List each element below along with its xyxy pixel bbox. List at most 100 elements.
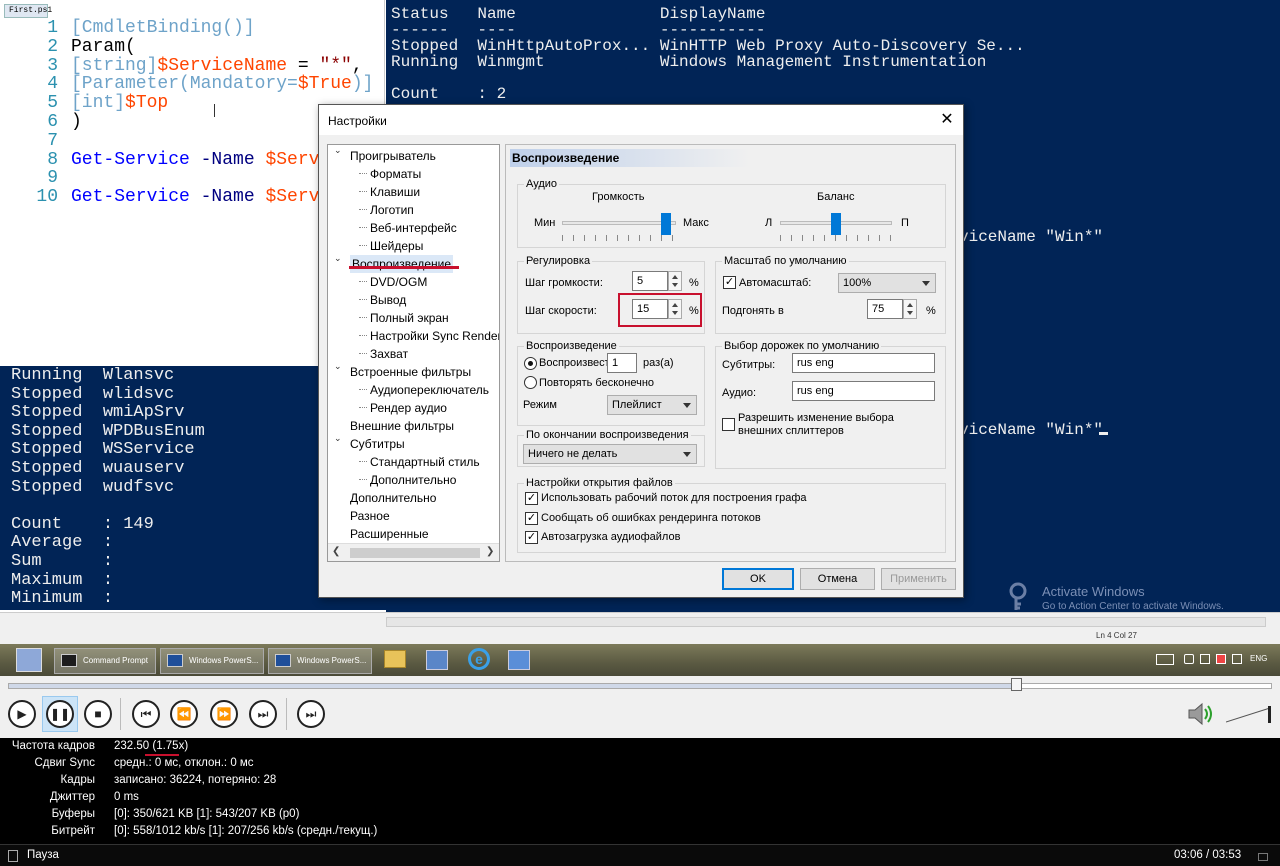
code-line[interactable]: [int]$Top: [71, 94, 168, 113]
code-line[interactable]: [Parameter(Mandatory=$True)]: [71, 75, 373, 94]
tree-item[interactable]: Захват: [370, 345, 408, 363]
chevron-down-icon[interactable]: ⌄: [334, 145, 344, 156]
tree-item[interactable]: Воспроизведение: [350, 255, 454, 273]
tray-icon[interactable]: [1184, 654, 1194, 664]
volume-tray-icon[interactable]: [1232, 654, 1242, 664]
play-button[interactable]: ▶: [8, 700, 36, 728]
volume-slider[interactable]: [562, 221, 676, 225]
language-indicator[interactable]: ENG: [1250, 654, 1267, 663]
tree-item[interactable]: Встроенные фильтры: [350, 363, 471, 381]
flag-icon[interactable]: [1216, 654, 1226, 664]
rewind-button[interactable]: ⏪: [170, 700, 198, 728]
tree-item[interactable]: Вывод: [370, 291, 406, 309]
tree-item[interactable]: Стандартный стиль: [370, 453, 480, 471]
code-line[interactable]: [string]$ServiceName = "*",: [71, 55, 363, 76]
mode-select[interactable]: Плейлист: [607, 395, 697, 415]
next-button[interactable]: ⏭: [249, 700, 277, 728]
control-panel-icon[interactable]: [508, 650, 530, 670]
volume-bar[interactable]: [1226, 706, 1272, 724]
stop-icon: ■: [94, 707, 102, 721]
autoload-audio-checkbox[interactable]: ✓: [525, 531, 538, 544]
tree-item[interactable]: Субтитры: [350, 435, 405, 453]
ok-button[interactable]: OK: [722, 568, 794, 590]
activate-title: Activate Windows: [1042, 584, 1145, 599]
scroll-thumb[interactable]: [350, 548, 480, 558]
network-icon[interactable]: [1200, 654, 1210, 664]
cancel-button[interactable]: Отмена: [800, 568, 875, 590]
tree-item[interactable]: Полный экран: [370, 309, 449, 327]
taskbar-command-prompt[interactable]: Command Prompt: [54, 648, 156, 674]
audio-track-input[interactable]: rus eng: [792, 381, 935, 401]
fit-input[interactable]: 75: [867, 299, 903, 319]
start-icon[interactable]: [16, 648, 42, 672]
fit-spinner[interactable]: [903, 299, 917, 319]
play-n-times-label: Воспроизвест: [539, 357, 610, 369]
chevron-right-icon[interactable]: ❯: [486, 546, 494, 557]
skip-forward-icon: ⏭: [257, 707, 269, 721]
chevron-down-icon[interactable]: ⌄: [334, 433, 344, 444]
seek-thumb[interactable]: [1011, 678, 1022, 691]
play-count-input[interactable]: 1: [607, 353, 637, 373]
chevron-down-icon[interactable]: ⌄: [334, 361, 344, 372]
code-line[interactable]: ): [71, 113, 82, 132]
apply-button[interactable]: Применить: [881, 568, 956, 590]
ie-icon[interactable]: e: [468, 648, 490, 670]
chevron-down-icon[interactable]: ⌄: [334, 253, 344, 264]
volume-thumb[interactable]: [660, 213, 671, 235]
splitter-label-1: Разрешить изменение выбора: [738, 412, 894, 424]
code-token: $Serv: [265, 187, 320, 208]
close-icon[interactable]: ✕: [935, 109, 959, 131]
autoscale-select[interactable]: 100%: [838, 273, 936, 293]
keyboard-icon[interactable]: [1156, 654, 1174, 665]
tree-item[interactable]: Проигрыватель: [350, 147, 436, 165]
tree-item[interactable]: Дополнительно: [350, 489, 436, 507]
previous-button[interactable]: ⏮: [132, 700, 160, 728]
code-token: ,: [351, 55, 363, 76]
stat-label: Битрейт: [51, 825, 95, 837]
servermanager-icon[interactable]: [426, 650, 448, 670]
tree-item[interactable]: Логотип: [370, 201, 414, 219]
pause-button[interactable]: ❚❚: [46, 700, 74, 728]
tree-item[interactable]: Аудиопереключатель: [370, 381, 489, 399]
play-n-times-radio[interactable]: [524, 357, 537, 370]
code-line[interactable]: [CmdletBinding()]: [71, 19, 255, 38]
speaker-icon[interactable]: [1186, 700, 1214, 728]
seek-bar[interactable]: [8, 683, 1272, 689]
tree-item[interactable]: Внешние фильтры: [350, 417, 454, 435]
taskbar-powershell-1[interactable]: Windows PowerS...: [160, 648, 264, 674]
code-token: $Serv: [265, 149, 320, 170]
worker-thread-checkbox[interactable]: ✓: [525, 492, 538, 505]
group-legend: Настройки открытия файлов: [526, 477, 673, 489]
stop-button[interactable]: ■: [84, 700, 112, 728]
autoscale-checkbox[interactable]: ✓: [723, 276, 736, 289]
tree-item[interactable]: Расширенные: [350, 525, 429, 543]
fast-forward-button[interactable]: ⏩: [210, 700, 238, 728]
tree-item[interactable]: DVD/OGM: [370, 273, 427, 291]
tree-item[interactable]: Разное: [350, 507, 390, 525]
tree-item[interactable]: Форматы: [370, 165, 421, 183]
subtitles-input[interactable]: rus eng: [792, 353, 935, 373]
code-line[interactable]: Param(: [71, 37, 136, 57]
balance-thumb[interactable]: [831, 213, 841, 235]
tree-item[interactable]: Клавиши: [370, 183, 420, 201]
explorer-icon[interactable]: [384, 650, 406, 668]
repeat-forever-radio[interactable]: [524, 376, 537, 389]
tree-item[interactable]: Шейдеры: [370, 237, 423, 255]
tree-item[interactable]: Настройки Sync Render: [370, 327, 499, 345]
volume-step-spinner[interactable]: [668, 271, 682, 291]
frame-step-button[interactable]: ⏭: [297, 700, 325, 728]
chevron-left-icon[interactable]: ❮: [332, 546, 340, 557]
code-line[interactable]: Get-Service -Name $Serv: [71, 188, 319, 207]
tree-item[interactable]: Веб-интерфейс: [370, 219, 457, 237]
tree-item[interactable]: Дополнительно: [370, 471, 456, 489]
tree-hscrollbar[interactable]: ❮ ❯: [328, 543, 499, 561]
frame-step-icon: ⏭: [305, 707, 317, 721]
tree-item[interactable]: Рендер аудио: [370, 399, 447, 417]
splitter-checkbox[interactable]: [722, 418, 735, 431]
volume-step-input[interactable]: 5: [632, 271, 668, 291]
render-errors-checkbox[interactable]: ✓: [525, 512, 538, 525]
taskbar-powershell-2[interactable]: Windows PowerS...: [268, 648, 372, 674]
stat-value: [0]: 350/621 KB [1]: 543/207 KB (p0): [114, 808, 300, 820]
after-playback-select[interactable]: Ничего не делать: [523, 444, 697, 464]
code-line[interactable]: Get-Service -Name $Serv: [71, 149, 320, 170]
